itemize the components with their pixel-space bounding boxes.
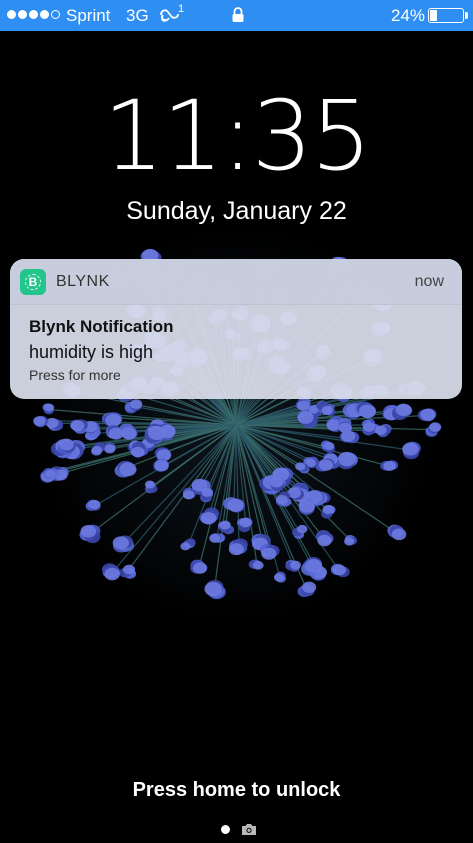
battery-percentage: 24% (391, 6, 426, 25)
unlock-hint: Press home to unlock (132, 779, 341, 801)
lock-screen-time: 11:35 (103, 80, 372, 192)
notification-header: B BLYNK now (10, 259, 462, 305)
status-bar: Sprint 3G 1 24% (0, 0, 473, 31)
notification-card[interactable]: B BLYNK now Blynk Notification humidity … (10, 259, 462, 399)
battery-fill (430, 10, 438, 21)
blynk-app-icon: B (20, 269, 46, 295)
signal-dot (7, 10, 16, 19)
link-superscript: 1 (178, 3, 185, 15)
notification-app-name: BLYNK (56, 273, 110, 290)
lock-screen-date: Sunday, January 22 (126, 197, 347, 225)
app-icon-letter: B (28, 275, 38, 289)
signal-dot (40, 10, 49, 19)
notification-time: now (414, 273, 444, 290)
battery-icon (428, 8, 464, 23)
battery-tip (465, 12, 468, 19)
signal-dot (18, 10, 27, 19)
page-indicator-dot (221, 825, 230, 834)
lock-icon (232, 7, 244, 22)
signal-strength-icon (7, 10, 60, 19)
network-type: 3G (126, 6, 149, 25)
signal-dot (29, 10, 38, 19)
notification-body: humidity is high (29, 342, 154, 362)
carrier-name: Sprint (66, 6, 111, 25)
signal-dot-empty (51, 10, 60, 19)
notification-press-for-more: Press for more (29, 367, 121, 383)
camera-icon[interactable] (241, 823, 257, 836)
notification-title: Blynk Notification (29, 317, 174, 336)
